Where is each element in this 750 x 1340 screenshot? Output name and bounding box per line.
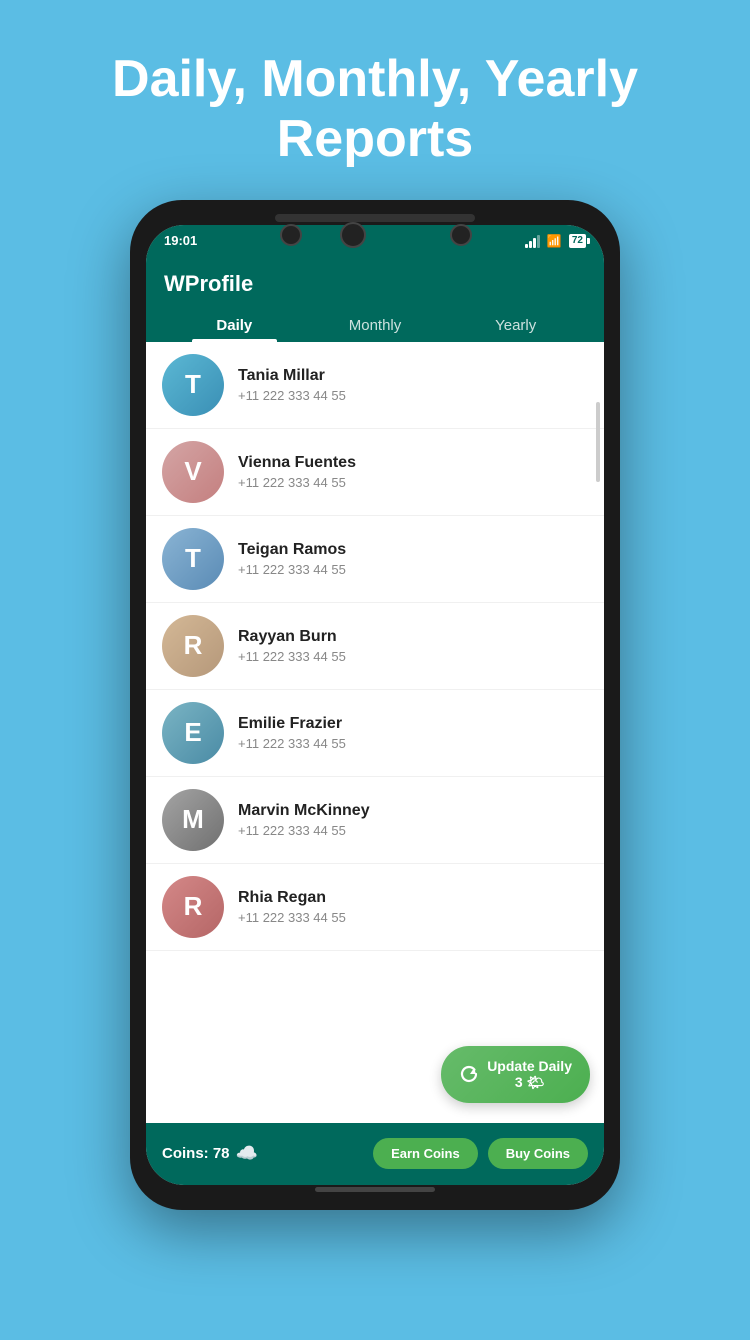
contact-info: Teigan Ramos +11 222 333 44 55 xyxy=(238,541,588,577)
list-item[interactable]: T Tania Millar +11 222 333 44 55 xyxy=(146,342,604,429)
list-item[interactable]: R Rhia Regan +11 222 333 44 55 xyxy=(146,864,604,951)
tabs-container: Daily Monthly Yearly xyxy=(164,307,586,342)
phone-notch xyxy=(275,214,475,222)
phone-camera-left xyxy=(280,224,302,246)
list-item[interactable]: R Rayyan Burn +11 222 333 44 55 xyxy=(146,603,604,690)
page-title: Daily, Monthly, YearlyReports xyxy=(72,50,678,170)
avatar: R xyxy=(162,876,224,938)
update-emoji: 🌤 xyxy=(527,1074,545,1090)
list-item[interactable]: T Teigan Ramos +11 222 333 44 55 xyxy=(146,516,604,603)
contact-name: Teigan Ramos xyxy=(238,541,588,559)
app-bar: WProfile Daily Monthly Yearly xyxy=(146,257,604,342)
bottom-buttons: Earn Coins Buy Coins xyxy=(373,1138,588,1169)
contact-phone: +11 222 333 44 55 xyxy=(238,823,588,838)
contact-name: Emilie Frazier xyxy=(238,715,588,733)
status-bar: 19:01 📶 72 xyxy=(146,225,604,257)
update-daily-button[interactable]: Update Daily 3 🌤 xyxy=(441,1046,590,1103)
contact-info: Tania Millar +11 222 333 44 55 xyxy=(238,367,588,403)
tab-yearly[interactable]: Yearly xyxy=(445,307,586,342)
list-item[interactable]: E Emilie Frazier +11 222 333 44 55 xyxy=(146,690,604,777)
contact-info: Emilie Frazier +11 222 333 44 55 xyxy=(238,715,588,751)
contact-name: Rhia Regan xyxy=(238,889,588,907)
contact-phone: +11 222 333 44 55 xyxy=(238,649,588,664)
app-title: WProfile xyxy=(164,271,586,297)
earn-coins-button[interactable]: Earn Coins xyxy=(373,1138,478,1169)
contact-name: Rayyan Burn xyxy=(238,628,588,646)
contact-phone: +11 222 333 44 55 xyxy=(238,736,588,751)
content-area: T Tania Millar +11 222 333 44 55 V Vienn… xyxy=(146,342,604,1123)
phone-camera-right xyxy=(450,224,472,246)
list-item[interactable]: V Vienna Fuentes +11 222 333 44 55 xyxy=(146,429,604,516)
avatar: T xyxy=(162,354,224,416)
contact-name: Tania Millar xyxy=(238,367,588,385)
contact-phone: +11 222 333 44 55 xyxy=(238,475,588,490)
contact-info: Rhia Regan +11 222 333 44 55 xyxy=(238,889,588,925)
phone-bottom-bar xyxy=(315,1187,435,1192)
phone-outer: 19:01 📶 72 WProfile Daily xyxy=(130,200,620,1210)
scrollbar[interactable] xyxy=(596,402,600,482)
contact-info: Rayyan Burn +11 222 333 44 55 xyxy=(238,628,588,664)
battery-icon: 72 xyxy=(569,234,586,248)
contact-phone: +11 222 333 44 55 xyxy=(238,910,588,925)
status-time: 19:01 xyxy=(164,233,197,248)
avatar: R xyxy=(162,615,224,677)
phone-screen: 19:01 📶 72 WProfile Daily xyxy=(146,225,604,1185)
contact-info: Vienna Fuentes +11 222 333 44 55 xyxy=(238,454,588,490)
bottom-bar: Coins: 78 ☁️ Earn Coins Buy Coins xyxy=(146,1123,604,1185)
update-count: 3 xyxy=(515,1074,523,1090)
signal-icon xyxy=(525,234,540,248)
contact-phone: +11 222 333 44 55 xyxy=(238,562,588,577)
contact-phone: +11 222 333 44 55 xyxy=(238,388,588,403)
contact-name: Vienna Fuentes xyxy=(238,454,588,472)
avatar: E xyxy=(162,702,224,764)
contact-name: Marvin McKinney xyxy=(238,802,588,820)
buy-coins-button[interactable]: Buy Coins xyxy=(488,1138,588,1169)
contact-info: Marvin McKinney +11 222 333 44 55 xyxy=(238,802,588,838)
list-item[interactable]: M Marvin McKinney +11 222 333 44 55 xyxy=(146,777,604,864)
wifi-icon: 📶 xyxy=(547,234,562,248)
avatar: T xyxy=(162,528,224,590)
update-daily-label: Update Daily xyxy=(487,1058,572,1074)
coins-label: Coins: 78 ☁️ xyxy=(162,1143,258,1164)
contact-list: T Tania Millar +11 222 333 44 55 V Vienn… xyxy=(146,342,604,951)
avatar: V xyxy=(162,441,224,503)
phone-camera-center xyxy=(340,222,366,248)
status-icons: 📶 72 xyxy=(525,234,586,248)
avatar: M xyxy=(162,789,224,851)
refresh-icon xyxy=(459,1064,479,1084)
tab-daily[interactable]: Daily xyxy=(164,307,305,342)
tab-monthly[interactable]: Monthly xyxy=(305,307,446,342)
coins-emoji: ☁️ xyxy=(236,1143,258,1164)
